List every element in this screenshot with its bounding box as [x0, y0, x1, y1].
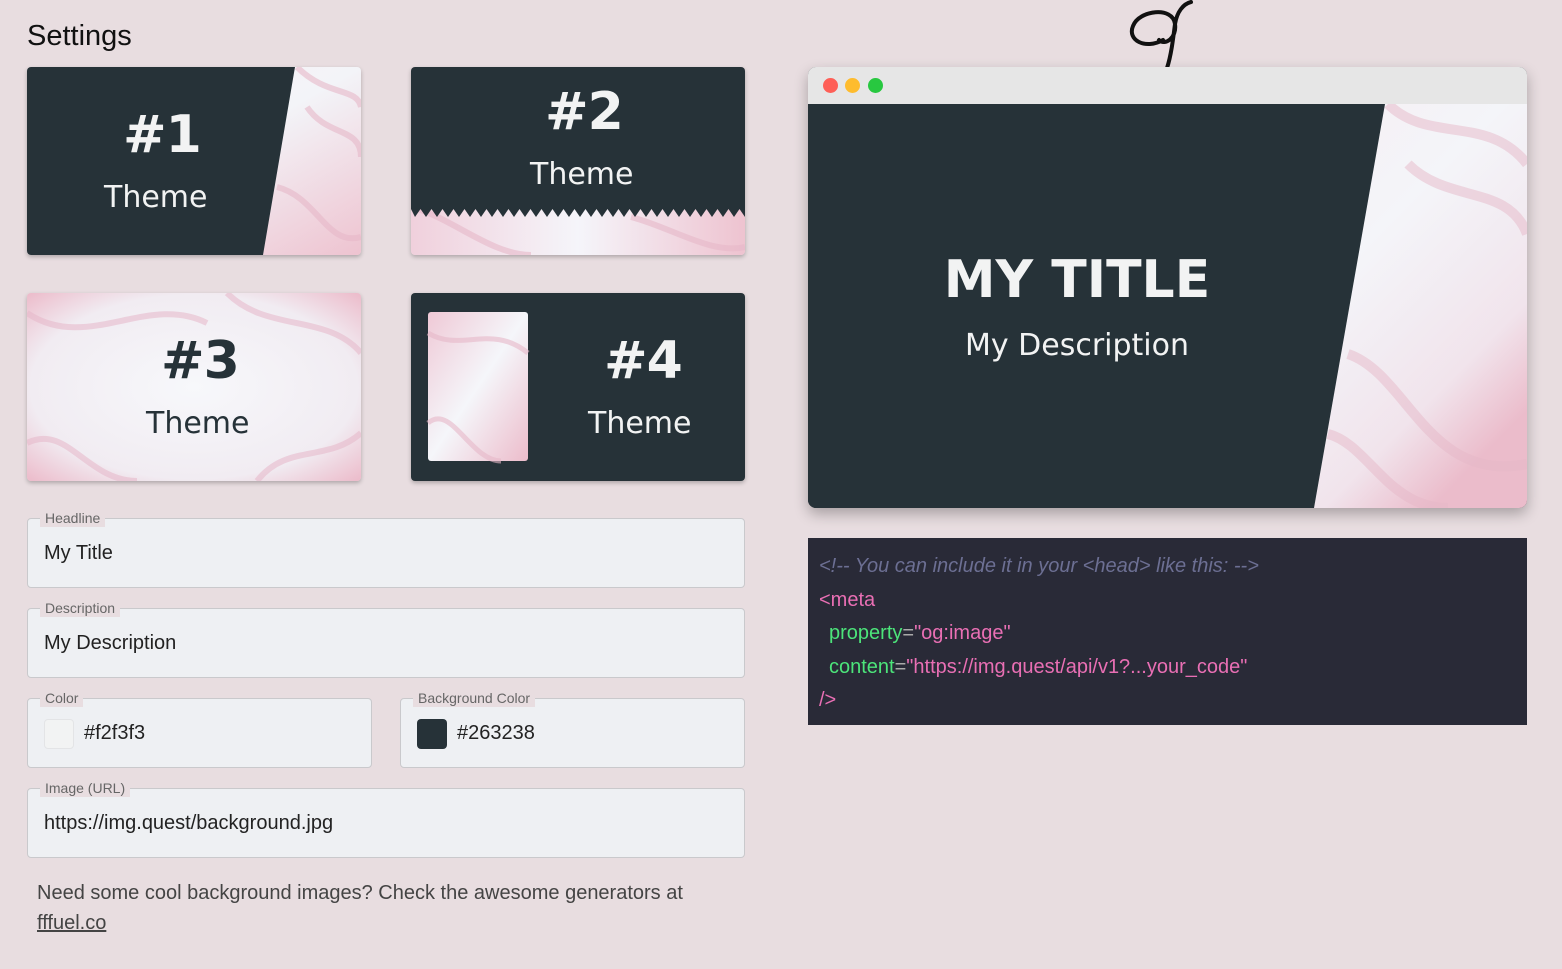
theme-3-number: #3 [161, 331, 240, 391]
description-input[interactable] [44, 609, 732, 677]
meta-tag-code-block[interactable]: <!-- You can include it in your <head> l… [808, 538, 1527, 725]
code-attr-property: property [829, 622, 903, 644]
color-field: Color [27, 689, 372, 768]
theme-card-4[interactable]: #4 Theme [411, 293, 745, 481]
minimize-dot-icon [845, 78, 860, 93]
og-image-preview: MY TITLE My Description [808, 67, 1527, 508]
theme-4-preview-graphic [426, 312, 530, 464]
background-color-swatch[interactable] [417, 719, 447, 749]
image-url-input[interactable] [44, 789, 732, 857]
settings-page: Settings #1 Theme #2 Theme #3 Theme #4 T… [0, 0, 1562, 969]
preview-body: MY TITLE My Description [808, 104, 1527, 508]
description-field: Description [27, 599, 745, 678]
code-comment: <!-- You can include it in your <head> l… [819, 555, 1259, 577]
theme-2-label: Theme [530, 157, 634, 192]
color-legend: Color [40, 689, 84, 707]
theme-card-2[interactable]: #2 Theme [411, 67, 745, 255]
headline-input[interactable] [44, 519, 732, 587]
code-value-content: "https://img.quest/api/v1?...your_code" [906, 655, 1248, 678]
image-url-field: Image (URL) [27, 779, 745, 858]
theme-3-label: Theme [146, 406, 250, 441]
code-close-tag: /> [819, 689, 837, 711]
color-swatch[interactable] [44, 719, 74, 749]
code-value-property: "og:image" [914, 622, 1011, 644]
logo-squiggle-icon [1129, 0, 1193, 70]
background-hint: Need some cool background images? Check … [37, 878, 727, 938]
maximize-dot-icon [868, 78, 883, 93]
background-color-field: Background Color [400, 689, 745, 768]
code-open-tag: <meta [819, 588, 876, 611]
background-color-input[interactable] [457, 699, 732, 767]
preview-window-bar [808, 67, 1527, 104]
theme-card-3[interactable]: #3 Theme [27, 293, 361, 481]
theme-4-number: #4 [604, 331, 683, 391]
page-title: Settings [27, 20, 132, 52]
headline-field: Headline [27, 509, 745, 588]
theme-2-number: #2 [545, 82, 624, 142]
code-equals: = [902, 622, 915, 644]
close-dot-icon [823, 78, 838, 93]
code-attr-content: content [829, 655, 895, 678]
theme-card-1[interactable]: #1 Theme [27, 67, 361, 255]
fffuel-link[interactable]: fffuel.co [37, 912, 106, 934]
theme-1-number: #1 [123, 105, 202, 165]
preview-description: My Description [964, 328, 1190, 363]
code-line-content: content="https://img.quest/api/v1?...you… [819, 651, 1516, 685]
code-equals: = [894, 655, 907, 678]
preview-title: MY TITLE [943, 250, 1211, 310]
hint-text: Need some cool background images? Check … [37, 882, 683, 904]
color-input[interactable] [84, 699, 359, 767]
code-line-property: property="og:image" [819, 617, 1516, 651]
theme-1-label: Theme [104, 180, 208, 215]
theme-4-label: Theme [588, 406, 692, 441]
